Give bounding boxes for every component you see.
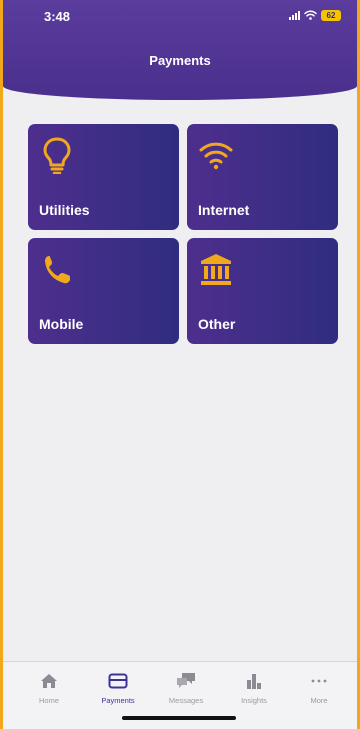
nav-label: Insights [241,696,267,705]
nav-insights[interactable]: Insights [221,671,287,705]
home-icon [41,674,57,688]
tile-mobile[interactable]: Mobile [28,238,179,344]
bar-chart-icon [247,674,261,689]
card-icon [108,673,128,689]
wifi-status-icon [304,10,317,20]
nav-label: Payments [101,696,135,705]
nav-payments[interactable]: Payments [85,671,151,705]
signal-icon [289,10,300,20]
app-frame: 3:48 62 Payments Utilities Internet Mobi… [0,0,360,729]
status-time: 3:48 [44,9,71,24]
phone-icon [45,256,70,284]
bank-icon [201,254,231,285]
payment-categories-grid: Utilities Internet Mobile Other [28,124,340,344]
tile-label: Internet [198,202,250,218]
tile-label: Utilities [39,202,90,218]
tile-internet[interactable]: Internet [187,124,338,230]
home-indicator [122,716,236,720]
more-icon [311,679,327,683]
messages-icon [177,673,195,688]
nav-label: More [310,696,328,705]
lightbulb-icon [43,137,71,174]
header: 3:48 62 Payments [3,0,357,100]
status-icons: 62 [289,8,341,22]
battery-indicator: 62 [321,9,341,21]
wifi-icon [199,142,233,170]
nav-home[interactable]: Home [16,671,82,705]
nav-more[interactable]: More [286,671,352,705]
page-title: Payments [149,53,211,68]
nav-label: Home [38,696,59,705]
nav-messages[interactable]: Messages [153,671,219,705]
tile-other[interactable]: Other [187,238,338,344]
tile-label: Mobile [39,316,84,332]
nav-label: Messages [168,696,204,705]
tile-utilities[interactable]: Utilities [28,124,179,230]
tile-label: Other [198,316,236,332]
